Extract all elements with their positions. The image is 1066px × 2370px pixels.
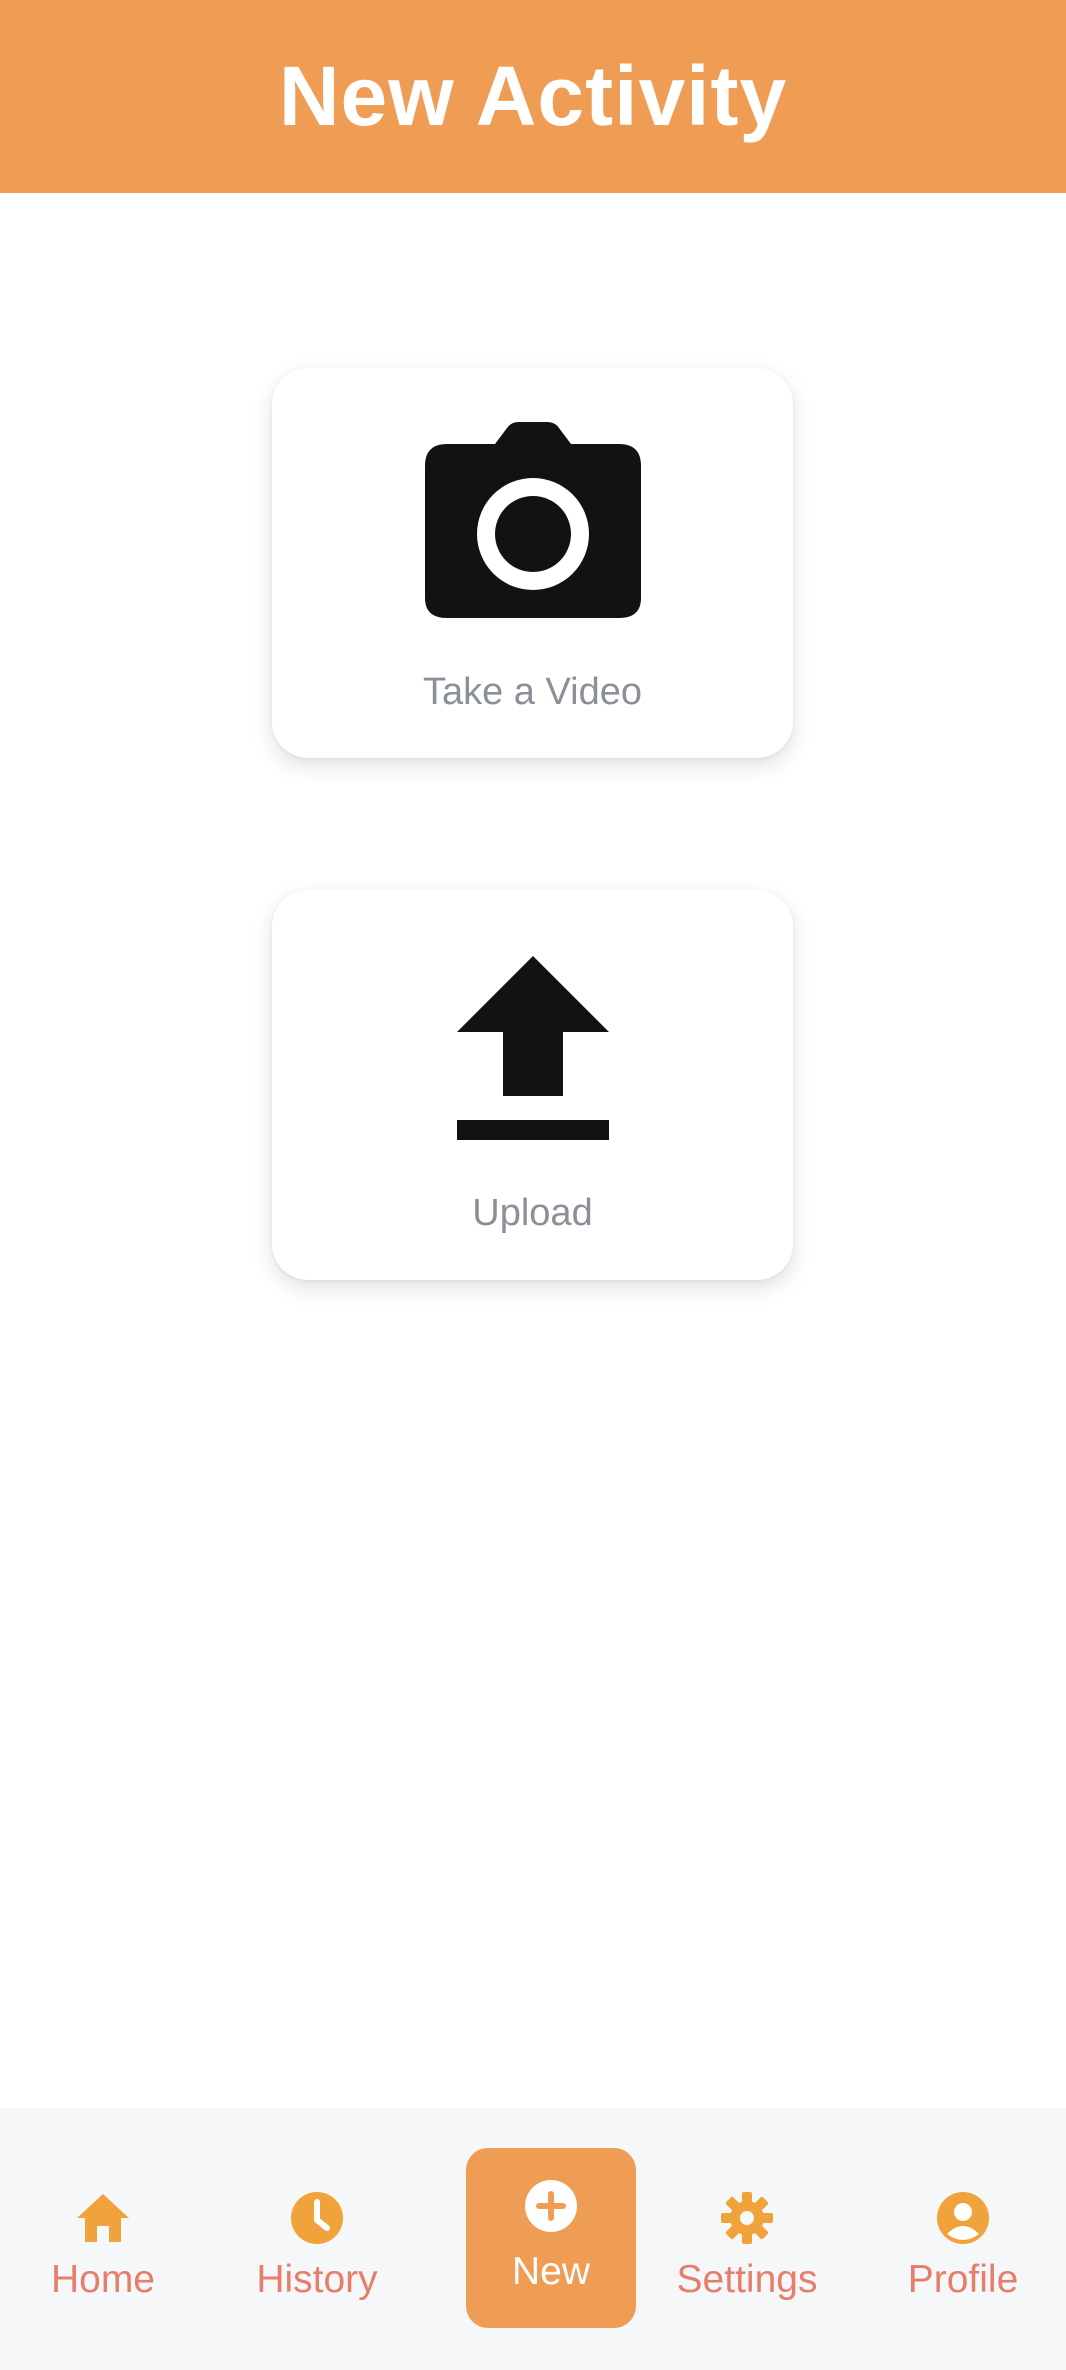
home-icon <box>18 2190 188 2246</box>
tab-profile[interactable]: Profile <box>878 2148 1048 2328</box>
upload-button[interactable]: Upload <box>272 890 793 1280</box>
plus-circle-icon <box>466 2178 636 2234</box>
tab-home[interactable]: Home <box>18 2148 188 2328</box>
upload-icon <box>272 956 793 1142</box>
tab-history[interactable]: History <box>232 2148 402 2328</box>
gear-icon <box>662 2190 832 2246</box>
take-video-button[interactable]: Take a Video <box>272 368 793 758</box>
tab-new-label: New <box>511 2250 591 2293</box>
tab-profile-label: Profile <box>907 2258 1019 2301</box>
header-bar: New Activity <box>0 0 1066 193</box>
user-circle-icon <box>878 2190 1048 2246</box>
tab-settings[interactable]: Settings <box>662 2148 832 2328</box>
tab-settings-label: Settings <box>676 2258 818 2301</box>
tab-history-label: History <box>256 2258 378 2301</box>
camera-icon <box>272 422 793 620</box>
bottom-tab-bar: Home History New Settings Profile <box>0 2108 1066 2370</box>
upload-label: Upload <box>472 1192 593 1234</box>
take-video-label: Take a Video <box>422 671 643 713</box>
page-title: New Activity <box>278 49 788 143</box>
clock-icon <box>232 2190 402 2246</box>
tab-home-label: Home <box>50 2258 156 2301</box>
tab-new[interactable]: New <box>466 2148 636 2328</box>
